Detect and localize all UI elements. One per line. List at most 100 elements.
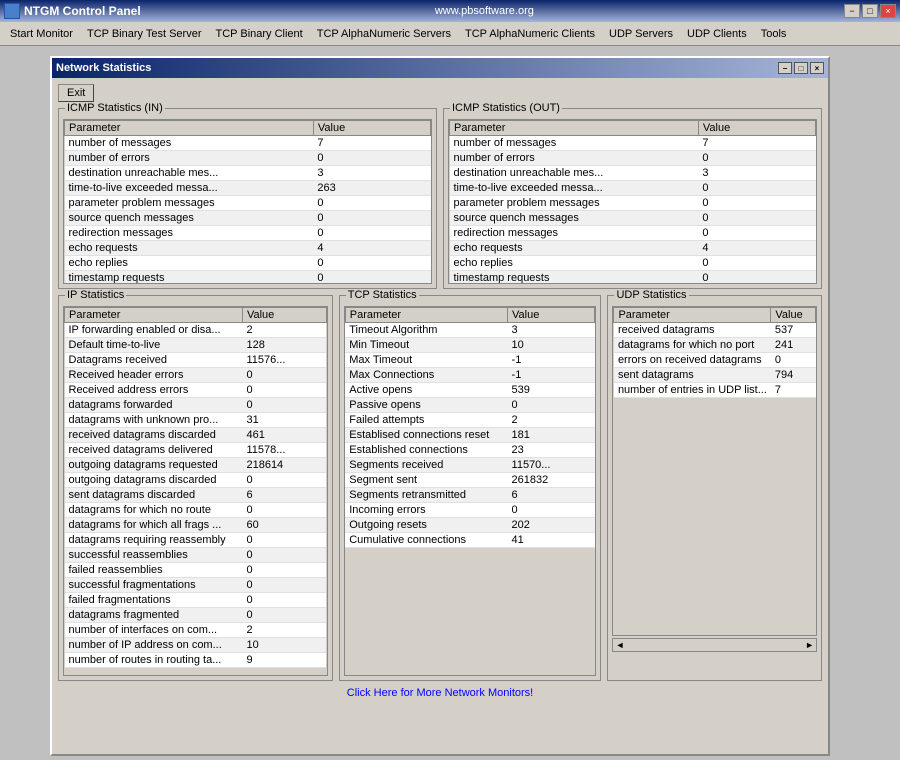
value-cell: 0	[242, 593, 326, 608]
tcp-stats-table-scroll[interactable]: Parameter Value Timeout Algorithm3Min Ti…	[344, 306, 597, 676]
value-cell: 218614	[242, 458, 326, 473]
param-cell: errors on received datagrams	[614, 353, 771, 368]
param-cell: source quench messages	[65, 211, 314, 226]
maximize-button[interactable]: □	[862, 4, 878, 18]
param-cell: Segment sent	[345, 473, 507, 488]
menu-start-monitor[interactable]: Start Monitor	[4, 26, 79, 42]
icmp-in-table-scroll[interactable]: Parameter Value number of messages7numbe…	[63, 119, 432, 284]
param-cell: number of errors	[65, 151, 314, 166]
menu-udp-servers[interactable]: UDP Servers	[603, 26, 679, 42]
inner-maximize-button[interactable]: □	[794, 62, 808, 74]
param-cell: timestamp requests	[450, 271, 699, 285]
inner-close-button[interactable]: ×	[810, 62, 824, 74]
param-cell: Segments retransmitted	[345, 488, 507, 503]
value-cell: 11570...	[508, 458, 595, 473]
table-row: destination unreachable mes...3	[65, 166, 431, 181]
udp-scrollbar[interactable]: ◄ ►	[612, 638, 817, 652]
table-row: successful fragmentations0	[65, 578, 327, 593]
value-cell: 0	[313, 271, 430, 285]
table-row: redirection messages0	[65, 226, 431, 241]
param-cell: number of routes in routing ta...	[65, 653, 243, 668]
app-icon	[4, 3, 20, 19]
param-cell: Active opens	[345, 383, 507, 398]
inner-minimize-button[interactable]: −	[778, 62, 792, 74]
param-cell: datagrams with unknown pro...	[65, 413, 243, 428]
udp-stats-table-scroll[interactable]: Parameter Value received datagrams537dat…	[612, 306, 817, 636]
value-cell: 0	[313, 256, 430, 271]
param-cell: number of IP address on com...	[65, 638, 243, 653]
value-cell: 0	[508, 398, 595, 413]
udp-scroll-right[interactable]: ►	[803, 640, 816, 650]
param-cell: outgoing datagrams requested	[65, 458, 243, 473]
value-cell: 128	[242, 338, 326, 353]
value-cell: 0	[698, 211, 815, 226]
param-cell: Min Timeout	[345, 338, 507, 353]
param-cell: Cumulative connections	[345, 533, 507, 548]
title-bar: NTGM Control Panel www.pbsoftware.org − …	[0, 0, 900, 22]
more-monitors-link[interactable]: Click Here for More Network Monitors!	[347, 687, 533, 699]
param-cell: Timeout Algorithm	[345, 323, 507, 338]
menu-udp-clients[interactable]: UDP Clients	[681, 26, 753, 42]
value-cell: 10	[508, 338, 595, 353]
param-cell: time-to-live exceeded messa...	[65, 181, 314, 196]
table-row: datagrams for which all frags ...60	[65, 518, 327, 533]
menu-tcp-binary-client[interactable]: TCP Binary Client	[210, 26, 309, 42]
table-row: number of IP address on com...10	[65, 638, 327, 653]
table-row: Active opens539	[345, 383, 595, 398]
icmp-in-table: Parameter Value number of messages7numbe…	[64, 120, 431, 284]
param-cell: echo requests	[450, 241, 699, 256]
value-cell: 6	[508, 488, 595, 503]
param-cell: number of errors	[450, 151, 699, 166]
table-row: received datagrams537	[614, 323, 816, 338]
udp-scroll-left[interactable]: ◄	[613, 640, 626, 650]
table-row: datagrams fragmented0	[65, 608, 327, 623]
param-cell: parameter problem messages	[450, 196, 699, 211]
value-cell: 0	[698, 226, 815, 241]
value-cell: 7	[771, 383, 816, 398]
minimize-button[interactable]: −	[844, 4, 860, 18]
table-row: parameter problem messages0	[450, 196, 816, 211]
menu-tcp-alphanumeric-clients[interactable]: TCP AlphaNumeric Clients	[459, 26, 601, 42]
table-row: IP forwarding enabled or disa...2	[65, 323, 327, 338]
menu-tools[interactable]: Tools	[755, 26, 793, 42]
value-cell: 41	[508, 533, 595, 548]
icmp-out-panel: ICMP Statistics (OUT) Parameter Value nu…	[443, 108, 822, 289]
value-cell: 60	[242, 518, 326, 533]
icmp-out-table-scroll[interactable]: Parameter Value number of messages7numbe…	[448, 119, 817, 284]
table-row: source quench messages0	[450, 211, 816, 226]
menu-tcp-alphanumeric-servers[interactable]: TCP AlphaNumeric Servers	[311, 26, 457, 42]
param-cell: Received address errors	[65, 383, 243, 398]
close-button[interactable]: ×	[880, 4, 896, 18]
tcp-col-value: Value	[508, 308, 595, 323]
param-cell: failed fragmentations	[65, 593, 243, 608]
value-cell: 7	[698, 136, 815, 151]
table-row: Segments retransmitted6	[345, 488, 595, 503]
icmp-out-col-param: Parameter	[450, 121, 699, 136]
inner-window: Network Statistics − □ × Exit ICMP Stati…	[50, 56, 830, 756]
table-row: Cumulative connections41	[345, 533, 595, 548]
value-cell: 0	[698, 256, 815, 271]
value-cell: 0	[508, 503, 595, 518]
table-row: Segments received11570...	[345, 458, 595, 473]
param-cell: Incoming errors	[345, 503, 507, 518]
value-cell: 263	[313, 181, 430, 196]
menu-tcp-binary-test-server[interactable]: TCP Binary Test Server	[81, 26, 208, 42]
udp-stats-panel: UDP Statistics Parameter Value received …	[607, 295, 822, 681]
value-cell: 0	[242, 533, 326, 548]
table-row: received datagrams discarded461	[65, 428, 327, 443]
table-row: failed fragmentations0	[65, 593, 327, 608]
table-row: datagrams requiring reassembly0	[65, 533, 327, 548]
tcp-stats-label: TCP Statistics	[346, 289, 419, 301]
param-cell: Passive opens	[345, 398, 507, 413]
value-cell: 0	[242, 578, 326, 593]
param-cell: destination unreachable mes...	[65, 166, 314, 181]
value-cell: 0	[242, 398, 326, 413]
value-cell: 537	[771, 323, 816, 338]
param-cell: echo replies	[450, 256, 699, 271]
exit-button[interactable]: Exit	[58, 84, 94, 102]
icmp-out-table: Parameter Value number of messages7numbe…	[449, 120, 816, 284]
ip-stats-table-scroll[interactable]: Parameter Value IP forwarding enabled or…	[63, 306, 328, 676]
table-row: echo requests4	[65, 241, 431, 256]
table-row: errors on received datagrams0	[614, 353, 816, 368]
param-cell: number of messages	[65, 136, 314, 151]
